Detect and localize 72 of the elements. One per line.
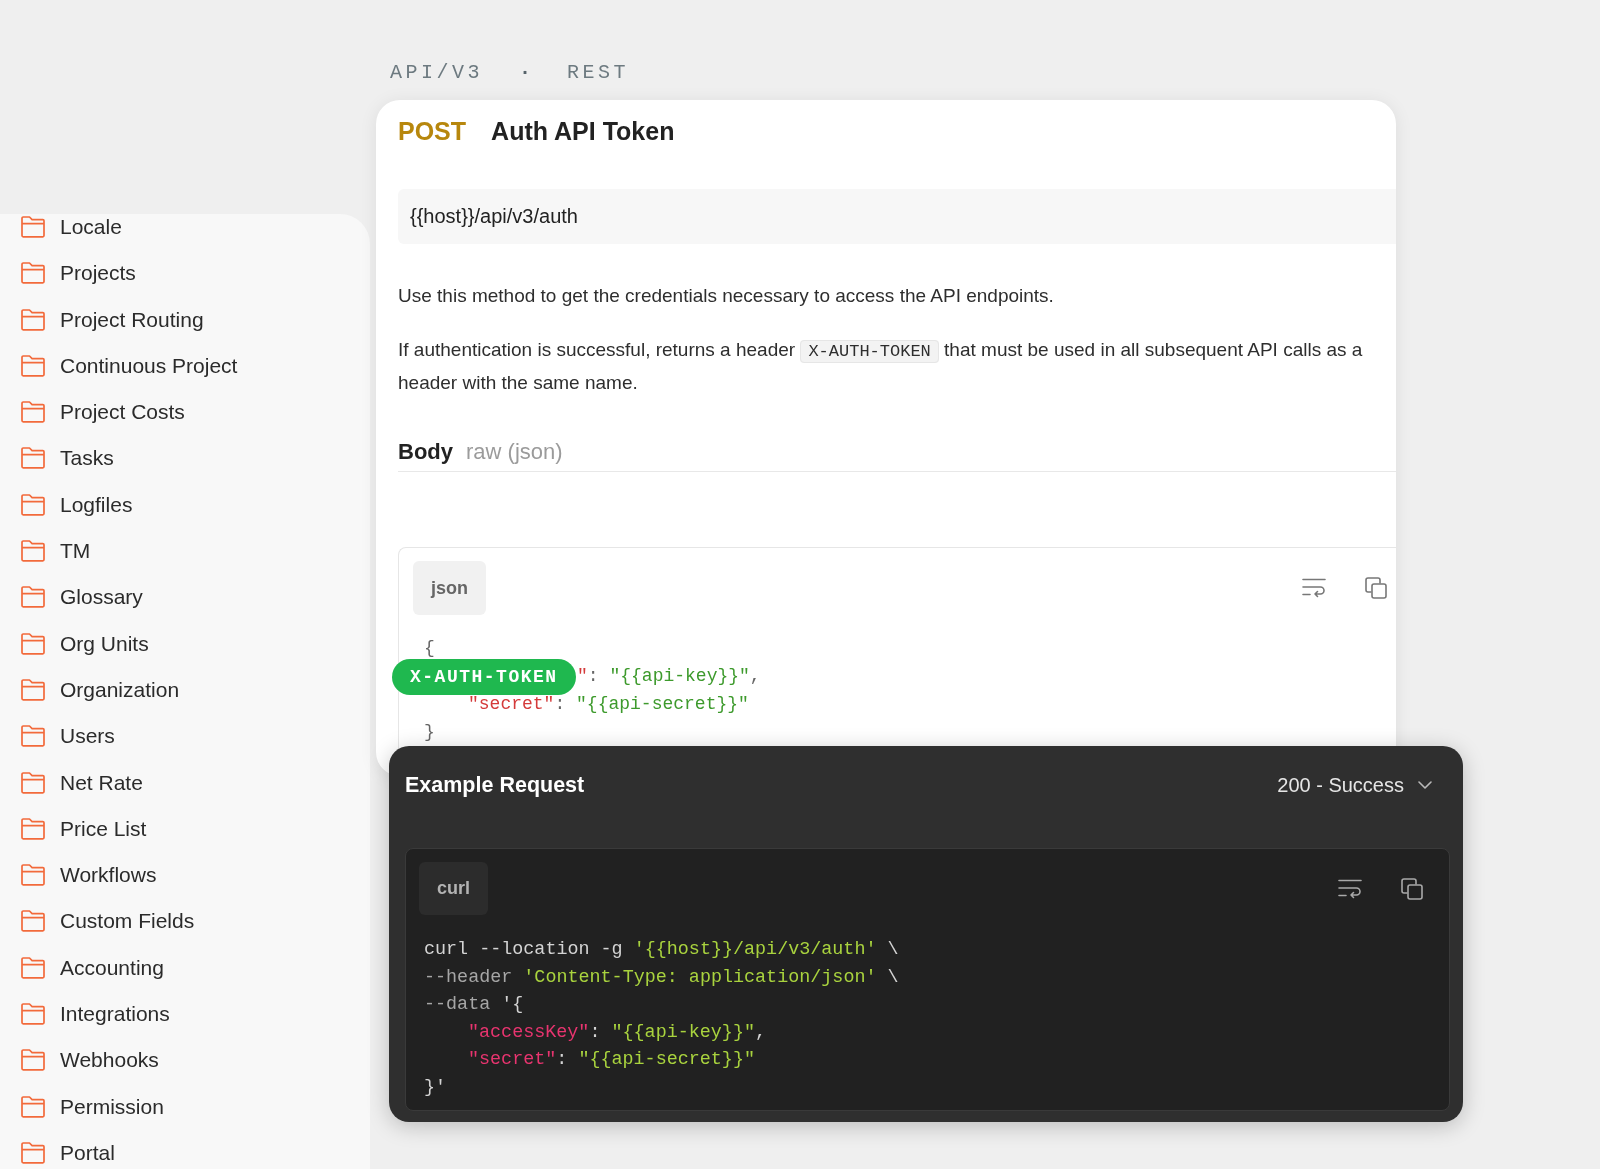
folder-icon [21,725,45,748]
sidebar-item[interactable]: TM [21,538,91,565]
sidebar-item[interactable]: Glossary [21,584,143,611]
text-wrap-icon[interactable] [1302,578,1326,598]
chevron-down-icon [1418,781,1432,789]
sidebar-item[interactable]: Integrations [21,1001,170,1028]
token-badge: X-AUTH-TOKEN [392,659,576,695]
breadcrumb-separator: · [518,60,533,86]
folder-icon [21,1095,45,1118]
sidebar-item[interactable]: Tasks [21,445,114,472]
code-line: }' [424,1076,447,1098]
folder-icon [21,447,45,470]
sidebar-item[interactable]: Locale [21,214,122,240]
sidebar-item[interactable]: Net Rate [21,769,143,796]
folder-icon [21,308,45,331]
sidebar-item[interactable]: Webhooks [21,1047,159,1074]
folder-icon [21,493,45,516]
code-line: { [424,638,435,658]
breadcrumb-text: REST [567,60,630,86]
code-line: curl --location -g '{{host}}/api/v3/auth' \ [424,939,899,960]
method-label: POST [398,116,467,146]
folder-icon [21,586,45,609]
sidebar-item[interactable]: Portal [21,1139,115,1166]
breadcrumb-text: API/V3 [390,60,483,86]
body-format: raw (json) [466,438,563,466]
folder-icon [21,1141,45,1164]
sidebar-item[interactable]: Org Units [21,630,149,657]
code-line: --data '{ [424,994,524,1015]
description-text: If authentication is successful, returns a header X-AUTH-TOKEN that must be used in all subsequent API calls as a header with the same name. [398,338,1364,395]
folder-icon [21,771,45,794]
language-tab[interactable]: json [413,561,486,615]
sidebar-item[interactable]: Organization [21,676,180,703]
code-line: ": "{{api-key}}", [577,666,761,686]
folder-icon [21,632,45,655]
language-tab[interactable]: curl [419,862,488,915]
code-line: "secret": "{{api-secret}}" [468,694,749,714]
sidebar-item[interactable]: Project Routing [21,306,204,333]
code-line: "secret": "{{api-secret}}" [468,1049,755,1070]
description-text: Use this method to get the credentials necessary to access the API endpoints. [398,284,1055,308]
copy-icon[interactable] [1401,877,1423,900]
folder-icon [21,262,45,285]
text-wrap-icon[interactable] [1338,878,1362,899]
folder-icon [21,1003,45,1026]
folder-icon [21,540,45,563]
panel-title: Example Request [405,772,585,798]
folder-icon [21,910,45,933]
code-line: --header 'Content-Type: application/json' \ [424,966,899,988]
sidebar-item[interactable]: Projects [21,260,136,287]
folder-icon [21,678,45,701]
folder-icon [21,1049,45,1072]
status-dropdown[interactable]: 200 - Success [1277,773,1432,797]
sidebar-item[interactable]: Project Costs [21,399,185,426]
sidebar-item[interactable]: Workflows [21,862,157,889]
folder-icon [21,401,45,424]
code-line: "accessKey": "{{api-key}}", [468,1021,766,1043]
sidebar-item[interactable]: Accounting [21,954,164,981]
folder-icon [21,354,45,377]
folder-icon [21,956,45,979]
sidebar-item[interactable]: Continuous Project [21,352,238,379]
sidebar-item[interactable]: Users [21,723,115,750]
folder-icon [21,864,45,887]
sidebar-item[interactable]: Permission [21,1093,164,1120]
code-line: } [424,722,435,742]
sidebar-item[interactable]: Custom Fields [21,908,195,935]
sidebar-item[interactable]: Price List [21,815,147,842]
folder-icon [21,817,45,840]
folder-icon [21,216,45,238]
copy-icon[interactable] [1365,577,1387,599]
endpoint-url: {{host}}/api/v3/auth [398,189,1396,244]
endpoint-title: Auth API Token [491,116,675,146]
body-heading: Body [398,438,453,466]
sidebar-item[interactable]: Logfiles [21,491,133,518]
